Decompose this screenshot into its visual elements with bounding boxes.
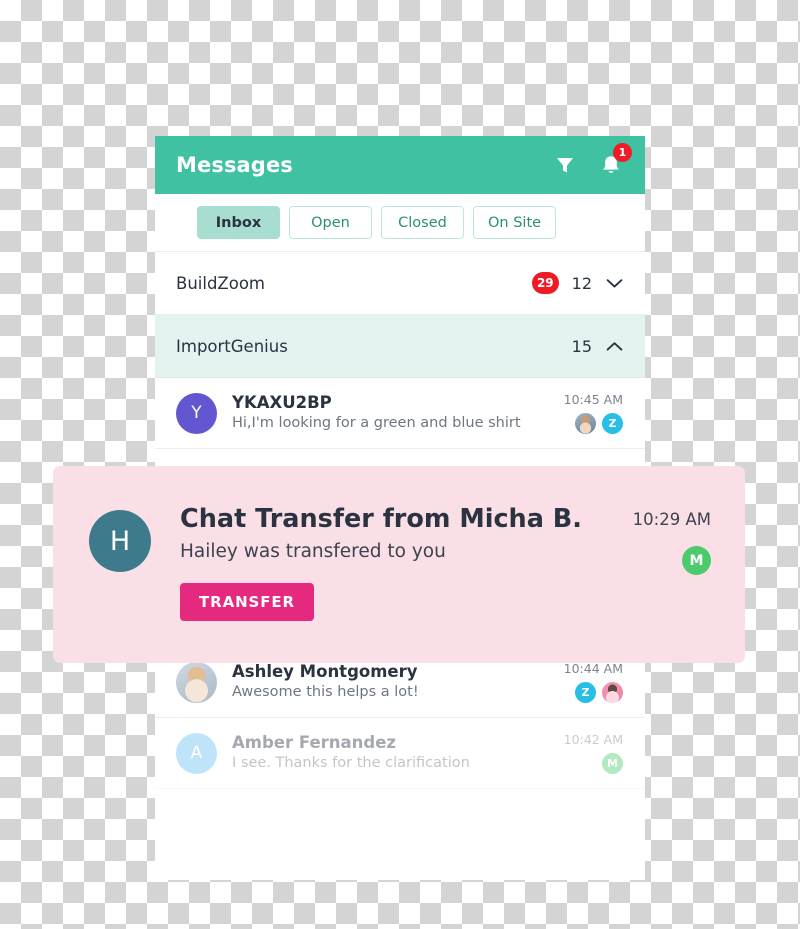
bell-badge-count: 1 <box>613 143 632 162</box>
message-participants: M <box>602 753 623 774</box>
chat-transfer-timestamp: 10:29 AM <box>632 510 711 529</box>
group-count: 15 <box>571 336 592 356</box>
avatar-initial: Y <box>191 403 202 423</box>
avatar <box>176 661 217 703</box>
transfer-button[interactable]: TRANSFER <box>180 583 314 622</box>
tab-inbox[interactable]: Inbox <box>197 206 280 239</box>
message-participants: Z <box>575 682 623 703</box>
message-texts: YKAXU2BP Hi,I'm looking for a green and … <box>232 392 564 433</box>
chevron-down-icon[interactable] <box>606 278 623 289</box>
chat-transfer-subtitle: Hailey was transfered to you <box>180 541 446 563</box>
bell-icon[interactable]: 1 <box>599 143 632 178</box>
tab-closed[interactable]: Closed <box>381 206 464 239</box>
message-sender-name: Amber Fernandez <box>232 733 397 753</box>
participant-initial: Z <box>581 686 590 699</box>
avatar-initial: A <box>190 743 203 763</box>
message-participants: Z <box>575 413 623 434</box>
message-meta: 10:45 AM Z <box>564 392 623 434</box>
filter-funnel-icon[interactable] <box>553 152 577 178</box>
header-actions: 1 <box>553 143 632 178</box>
avatar: H <box>89 510 151 572</box>
message-texts: Ashley Montgomery Awesome this helps a l… <box>232 661 564 702</box>
message-preview: I see. Thanks for the clarification <box>232 755 470 772</box>
chat-transfer-body: Chat Transfer from Micha B. Hailey was t… <box>180 504 633 663</box>
chat-transfer-agent-avatar: M <box>682 546 711 575</box>
message-meta: 10:42 AM M <box>564 732 623 774</box>
avatar: A <box>176 732 217 774</box>
message-row-ykaxu2bp[interactable]: Y YKAXU2BP Hi,I'm looking for a green an… <box>155 378 645 449</box>
chat-transfer-meta: 10:29 AM M <box>633 504 711 663</box>
message-timestamp: 10:45 AM <box>563 392 623 407</box>
group-row-buildzoom[interactable]: BuildZoom 29 12 <box>155 252 645 315</box>
participant-avatar-photo <box>602 682 623 703</box>
message-timestamp: 10:42 AM <box>563 732 623 747</box>
participant-avatar-letter: M <box>602 753 623 774</box>
tab-open[interactable]: Open <box>289 206 372 239</box>
message-preview: Hi,I'm looking for a green and blue shir… <box>232 415 521 432</box>
panel-header: Messages 1 <box>155 136 645 194</box>
filter-tabs: Inbox Open Closed On Site <box>155 194 645 252</box>
page-title: Messages <box>176 153 293 177</box>
avatar-initial: M <box>689 552 704 569</box>
group-row-importgenius[interactable]: ImportGenius 15 <box>155 315 645 378</box>
participant-avatar-letter: Z <box>575 682 596 703</box>
tab-on-site[interactable]: On Site <box>473 206 557 239</box>
chevron-up-icon[interactable] <box>606 341 623 352</box>
avatar: Y <box>176 392 217 434</box>
group-name: BuildZoom <box>176 273 265 293</box>
message-timestamp: 10:44 AM <box>563 661 623 676</box>
chat-transfer-title: Chat Transfer from Micha B. <box>180 504 582 534</box>
message-preview: Awesome this helps a lot! <box>232 684 419 701</box>
group-name: ImportGenius <box>176 336 288 356</box>
message-texts: Amber Fernandez I see. Thanks for the cl… <box>232 732 564 773</box>
chat-transfer-notification-card: H Chat Transfer from Micha B. Hailey was… <box>53 466 745 663</box>
participant-avatar-letter: Z <box>602 413 623 434</box>
message-sender-name: YKAXU2BP <box>232 393 332 413</box>
participant-initial: Z <box>608 417 617 430</box>
group-unread-badge: 29 <box>531 272 559 294</box>
participant-avatar-photo <box>575 413 596 434</box>
message-meta: 10:44 AM Z <box>564 661 623 703</box>
avatar-initial: H <box>109 525 131 557</box>
participant-initial: M <box>607 757 618 770</box>
group-count: 12 <box>571 273 592 293</box>
message-sender-name: Ashley Montgomery <box>232 662 418 682</box>
message-row-amber-fernandez[interactable]: A Amber Fernandez I see. Thanks for the … <box>155 718 645 789</box>
